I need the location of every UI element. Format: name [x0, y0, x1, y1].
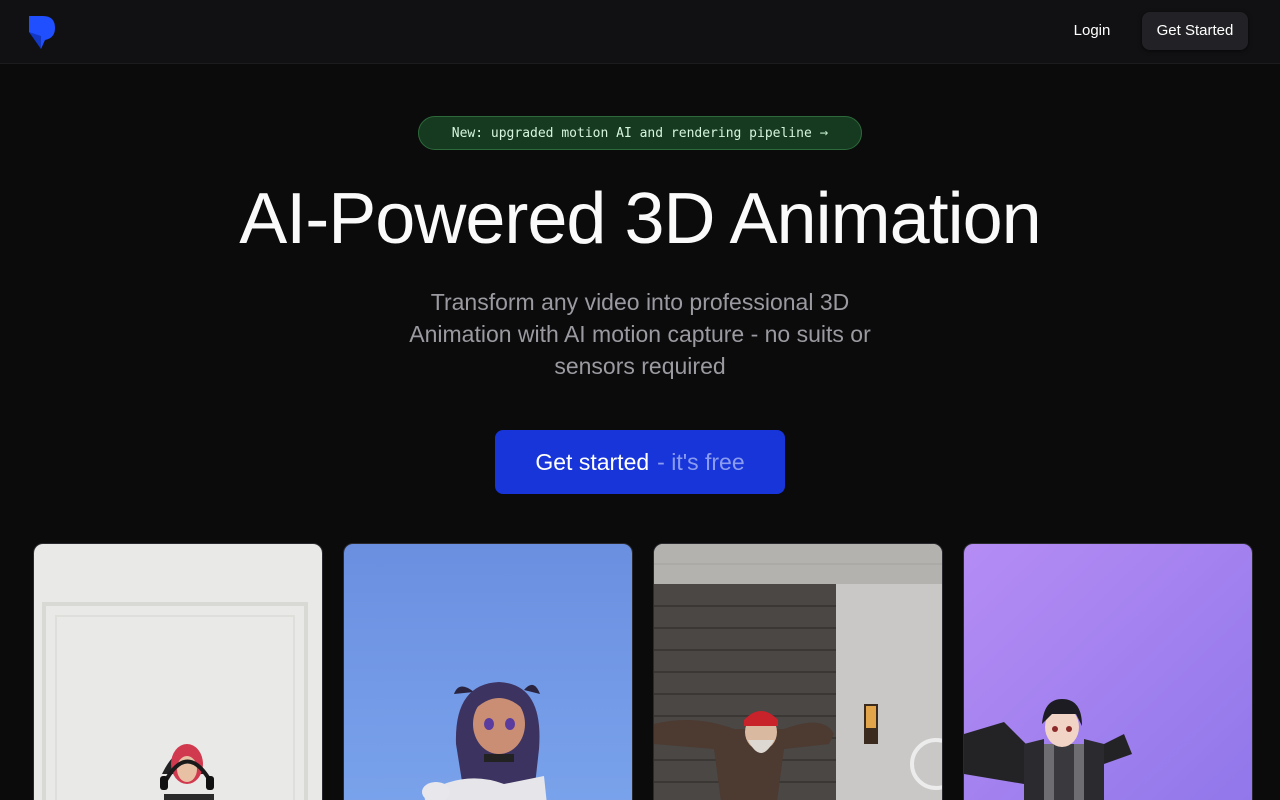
bearded-man-image	[654, 544, 942, 800]
brand-logo-icon[interactable]	[29, 14, 57, 50]
announcement-badge[interactable]: New: upgraded motion AI and rendering pi…	[418, 116, 862, 150]
arrow-right-icon: →	[819, 125, 829, 141]
cta-main-label: Get started	[535, 448, 650, 475]
get-started-free-button[interactable]: Get started - it's free	[495, 430, 785, 494]
hero-title: AI-Powered 3D Animation	[239, 179, 1041, 259]
top-navbar: Login Get Started	[0, 0, 1280, 64]
login-link[interactable]: Login	[1060, 14, 1124, 48]
get-started-nav-button[interactable]: Get Started	[1142, 12, 1248, 50]
hero-subtitle: Transform any video into professional 3D…	[409, 289, 871, 379]
showcase-card-real-dancer[interactable]	[33, 543, 323, 800]
cta-sub-label: - it's free	[657, 448, 745, 475]
showcase-card-bearded-man[interactable]	[653, 543, 943, 800]
announcement-text: New: upgraded motion AI and rendering pi…	[451, 125, 812, 141]
real-dancer-image	[34, 544, 322, 800]
showcase-card-anime-boy[interactable]	[963, 543, 1253, 800]
anime-avatar-image	[344, 544, 632, 800]
showcase-card-anime-avatar[interactable]	[343, 543, 633, 800]
anime-boy-avatar-image	[964, 544, 1252, 800]
